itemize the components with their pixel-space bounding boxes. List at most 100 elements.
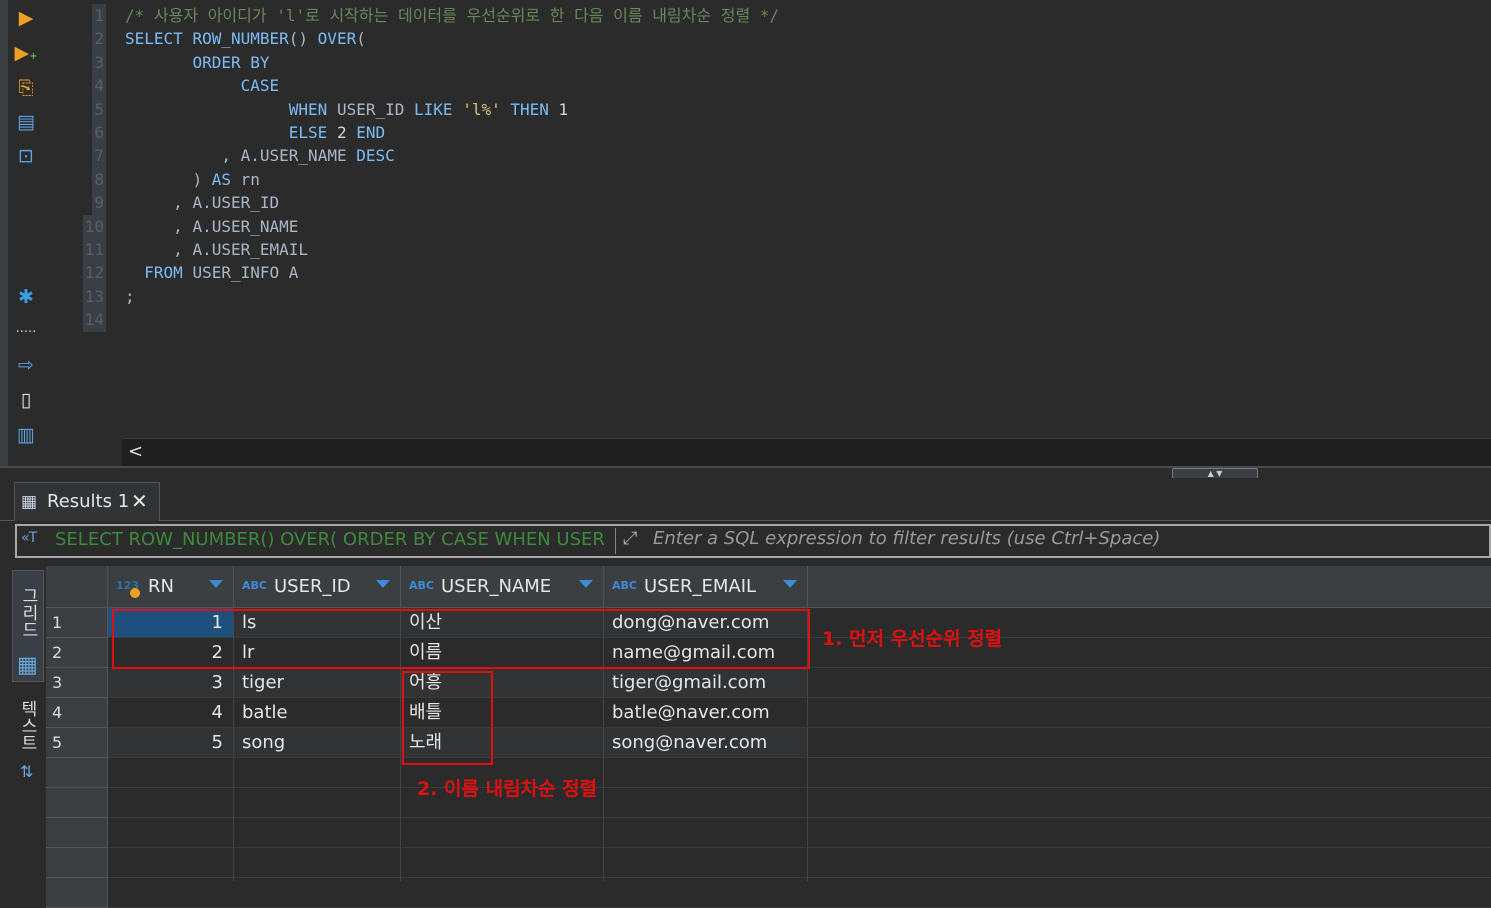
- execute-script-icon[interactable]: ▶+: [14, 41, 38, 65]
- grid-column-line: [807, 758, 808, 881]
- code-line[interactable]: ;: [125, 285, 135, 308]
- load-plan-icon[interactable]: ▤: [14, 110, 38, 134]
- code-line[interactable]: ORDER BY: [125, 51, 269, 74]
- sort-dropdown-icon[interactable]: [376, 580, 390, 588]
- code-line[interactable]: WHEN USER_ID LIKE 'l%' THEN 1: [125, 98, 568, 121]
- code-line[interactable]: , A.USER_NAME DESC: [125, 144, 394, 167]
- table-cell-user-id[interactable]: song: [234, 728, 401, 758]
- editor-horizontal-scrollbar[interactable]: <: [122, 438, 1491, 467]
- table-cell-user-email[interactable]: song@naver.com: [604, 728, 808, 758]
- annotation-priority-label: 1. 먼저 우선순위 정렬: [822, 628, 1003, 650]
- line-number-text: 11: [82, 238, 106, 262]
- row-header[interactable]: 2: [46, 638, 108, 668]
- close-icon[interactable]: ✕: [131, 489, 148, 513]
- line-number: 5: [42, 97, 106, 121]
- line-number-text: 6: [92, 121, 106, 145]
- line-number-text: 5: [92, 97, 106, 121]
- code-line[interactable]: ELSE 2 END: [125, 121, 385, 144]
- filter-icon[interactable]: «T: [21, 530, 37, 546]
- sort-dropdown-icon[interactable]: [783, 580, 797, 588]
- text-type-icon: ABC: [612, 579, 637, 592]
- row-header[interactable]: 5: [46, 728, 108, 758]
- side-tab-grid-label: 그리드: [18, 587, 38, 638]
- code-line[interactable]: ) AS rn: [125, 168, 259, 191]
- table-cell-user-id[interactable]: batle: [234, 698, 401, 728]
- results-tab-bar: ▦ Results 1 ✕: [0, 478, 1491, 521]
- tab-results-label: Results 1: [47, 491, 130, 512]
- column-header-user-name[interactable]: ABC USER_NAME: [401, 566, 604, 608]
- more-icon[interactable]: .....: [14, 317, 38, 341]
- settings-icon[interactable]: ✱: [14, 285, 38, 309]
- code-line[interactable]: , A.USER_ID: [125, 191, 279, 214]
- column-name: RN: [148, 576, 174, 597]
- code-line[interactable]: FROM USER_INFO A: [125, 261, 298, 284]
- code-line[interactable]: , A.USER_NAME: [125, 215, 298, 238]
- export-icon[interactable]: ⇨: [14, 353, 38, 377]
- row-header[interactable]: 4: [46, 698, 108, 728]
- outline-icon[interactable]: ▥: [14, 423, 38, 447]
- row-header[interactable]: 3: [46, 668, 108, 698]
- grid-row-line: [808, 697, 1491, 698]
- empty-row-header: [46, 818, 108, 848]
- line-number-text: 1: [92, 4, 106, 28]
- code-line[interactable]: , A.USER_EMAIL: [125, 238, 308, 261]
- side-tab-text[interactable]: 텍스트 ⇅: [12, 690, 42, 790]
- table-icon: ▦: [17, 653, 38, 678]
- grid-header-filler: [808, 566, 1491, 608]
- explain-plan-icon[interactable]: ⎘: [14, 76, 38, 100]
- line-number: 1: [42, 4, 106, 28]
- expand-icon[interactable]: ⤢: [623, 528, 637, 549]
- line-number: 10: [42, 214, 106, 238]
- line-number-text: 3: [92, 50, 106, 75]
- code-line[interactable]: CASE: [125, 74, 280, 97]
- annotation-name-desc-label: 2. 이름 내림차순 정렬: [417, 778, 598, 800]
- table-cell-rn[interactable]: 4: [108, 698, 234, 728]
- row-header[interactable]: 1: [46, 608, 108, 638]
- grid-row-line: [808, 667, 1491, 668]
- console-icon[interactable]: ⊡: [14, 144, 38, 168]
- line-number-text: 12: [82, 261, 106, 285]
- grid-column-line: [400, 758, 401, 881]
- empty-row-header: [46, 758, 108, 788]
- line-number-text: 2: [92, 27, 106, 51]
- key-indicator-icon: [130, 588, 140, 598]
- table-cell-rn[interactable]: 5: [108, 728, 234, 758]
- column-name: USER_ID: [274, 576, 351, 597]
- grid-icon: ▦: [21, 492, 38, 512]
- code-line[interactable]: SELECT ROW_NUMBER() OVER(: [125, 27, 366, 50]
- line-number: 4: [42, 74, 106, 98]
- filter-input[interactable]: Enter a SQL expression to filter results…: [653, 528, 1160, 549]
- empty-row-header: [46, 848, 108, 878]
- grid-corner: [46, 566, 108, 608]
- column-header-rn[interactable]: 123 RN: [108, 566, 234, 608]
- table-cell-rn[interactable]: 3: [108, 668, 234, 698]
- sort-dropdown-icon[interactable]: [579, 580, 593, 588]
- empty-row-header: [46, 788, 108, 818]
- tab-results-1[interactable]: ▦ Results 1 ✕: [14, 482, 160, 521]
- column-header-user-email[interactable]: ABC USER_EMAIL: [604, 566, 808, 608]
- grid-column-line: [603, 758, 604, 881]
- left-toolbar-strip: [0, 0, 8, 470]
- table-cell-user-email[interactable]: batle@naver.com: [604, 698, 808, 728]
- line-number: 9: [42, 191, 106, 215]
- table-cell-user-email[interactable]: tiger@gmail.com: [604, 668, 808, 698]
- code-line[interactable]: /* 사용자 아이디가 'l'로 시작하는 데이터를 우선순위로 한 다음 이름…: [125, 4, 779, 27]
- grid-row-line: [108, 847, 1491, 848]
- sort-dropdown-icon[interactable]: [209, 580, 223, 588]
- text-view-icon: ⇅: [20, 762, 34, 781]
- side-tab-grid[interactable]: 그리드 ▦: [12, 570, 44, 682]
- import-icon[interactable]: ▯: [14, 388, 38, 412]
- grid-row-line: [108, 877, 1491, 878]
- column-name: USER_EMAIL: [644, 576, 757, 597]
- line-number-text: 14: [82, 308, 106, 332]
- table-cell-user-id[interactable]: tiger: [234, 668, 401, 698]
- scroll-left-arrow-icon[interactable]: <: [128, 441, 143, 462]
- line-number-text: 9: [92, 191, 106, 215]
- result-filter-bar[interactable]: «T SELECT ROW_NUMBER() OVER( ORDER BY CA…: [15, 524, 1491, 558]
- execute-icon[interactable]: ▶: [14, 6, 38, 30]
- grid-row-line: [108, 817, 1491, 818]
- grid-row-line: [808, 757, 1491, 758]
- line-number: 11: [42, 238, 106, 262]
- line-number: 12: [42, 261, 106, 285]
- column-header-user-id[interactable]: ABC USER_ID: [234, 566, 401, 608]
